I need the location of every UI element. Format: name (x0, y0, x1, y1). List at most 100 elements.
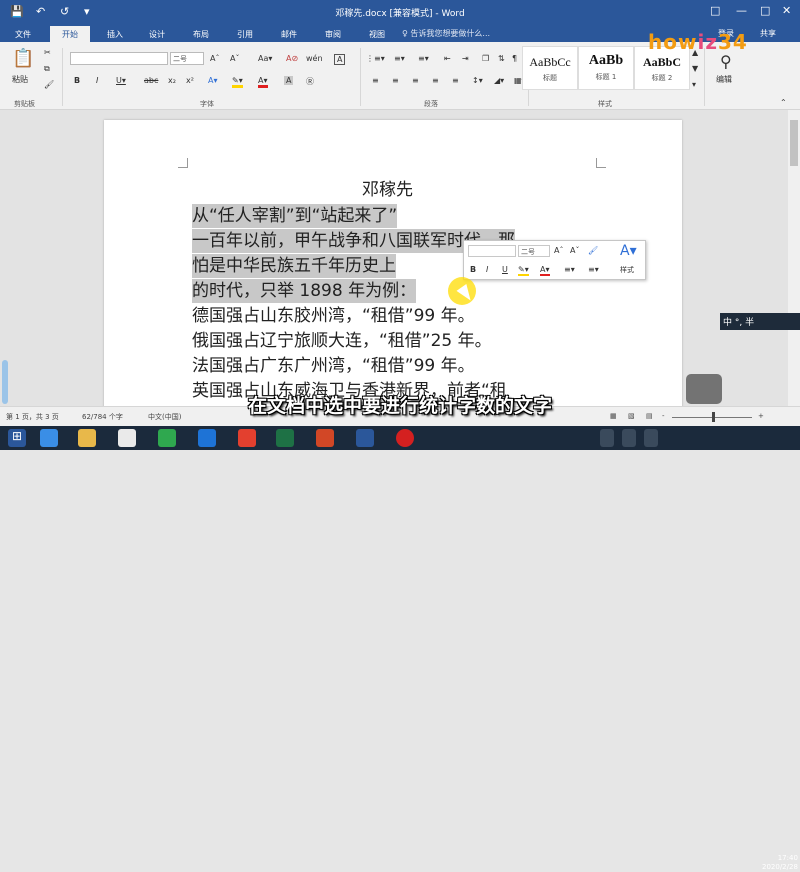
font-color-icon[interactable]: A▾ (258, 76, 268, 88)
chinese-layout-icon[interactable]: ❐ (482, 54, 489, 63)
show-marks-icon[interactable]: ¶ (512, 54, 517, 63)
document-title[interactable]: 邓稼先 (362, 178, 413, 202)
tab-references[interactable]: 引用 (228, 26, 262, 42)
superscript-icon[interactable]: x² (186, 76, 194, 85)
font-size-field[interactable]: 二号 (170, 52, 204, 65)
paste-icon[interactable]: 📋 (12, 48, 34, 69)
align-right-icon[interactable]: ≡ (412, 76, 419, 85)
mini-bold-icon[interactable]: B (470, 265, 476, 274)
mini-font-color-icon[interactable]: A▾ (540, 265, 550, 276)
increase-indent-icon[interactable]: ⇥ (462, 54, 469, 63)
justify-icon[interactable]: ≡ (432, 76, 439, 85)
tab-design[interactable]: 设计 (140, 26, 174, 42)
maximize-button[interactable]: □ (760, 4, 770, 17)
share-button[interactable]: 共享 (760, 28, 776, 39)
document-line[interactable]: 怕是中华民族五千年历史上 (192, 254, 396, 278)
tab-insert[interactable]: 插入 (98, 26, 132, 42)
mini-bullets-icon[interactable]: ≡▾ (564, 265, 575, 274)
mini-styles-icon[interactable]: A▾ (620, 243, 637, 259)
tab-file[interactable]: 文件 (6, 26, 40, 42)
copy-icon[interactable]: ⧉ (44, 64, 50, 74)
divider (62, 48, 63, 106)
powerpoint-icon[interactable] (316, 429, 334, 447)
mini-underline-icon[interactable]: U (502, 265, 508, 274)
cut-icon[interactable]: ✂ (44, 48, 51, 57)
bold-icon[interactable]: B (74, 76, 80, 85)
strikethrough-icon[interactable]: abc (144, 76, 158, 85)
decrease-indent-icon[interactable]: ⇤ (444, 54, 451, 63)
tab-review[interactable]: 审阅 (316, 26, 350, 42)
excel-icon[interactable] (276, 429, 294, 447)
shrink-font-icon[interactable]: Aˇ (230, 54, 239, 63)
tab-mailings[interactable]: 邮件 (272, 26, 306, 42)
text-effects-icon[interactable]: A▾ (208, 76, 218, 85)
mini-shrink-font-icon[interactable]: Aˇ (570, 246, 579, 255)
char-border-icon[interactable]: A (334, 54, 346, 65)
change-case-icon[interactable]: Aa▾ (258, 54, 272, 63)
grow-font-icon[interactable]: Aˆ (210, 54, 219, 63)
mini-font-size-field[interactable]: 二号 (518, 245, 550, 257)
style-heading[interactable]: AaBbCc 标题 (522, 46, 578, 90)
system-clock[interactable]: 17:40 2020/2/28 (762, 854, 798, 872)
mini-grow-font-icon[interactable]: Aˆ (554, 246, 563, 255)
line-spacing-icon[interactable]: ↕▾ (472, 76, 483, 85)
distributed-icon[interactable]: ≡ (452, 76, 459, 85)
clear-format-icon[interactable]: A⊘ (286, 54, 298, 63)
style-heading-1[interactable]: AaBb 标题 1 (578, 46, 634, 90)
close-button[interactable]: ✕ (782, 4, 791, 17)
chrome-icon[interactable] (238, 429, 256, 447)
format-painter-icon[interactable]: 🖌 (44, 80, 54, 89)
multilevel-list-icon[interactable]: ≡▾ (418, 54, 429, 63)
enclose-char-icon[interactable]: Ⓡ (306, 76, 314, 87)
align-left-icon[interactable]: ≡ (372, 76, 379, 85)
tray-network-icon[interactable] (622, 429, 636, 447)
italic-icon[interactable]: I (96, 76, 98, 85)
ie-icon[interactable] (40, 429, 58, 447)
cloud-icon[interactable] (118, 429, 136, 447)
tray-keyboard-icon[interactable] (600, 429, 614, 447)
font-name-field[interactable] (70, 52, 168, 65)
styles-scroll-down-icon[interactable]: ▼ (692, 64, 698, 73)
browser-icon[interactable] (158, 429, 176, 447)
find-icon[interactable]: ⚲ (720, 52, 732, 71)
tab-layout[interactable]: 布局 (184, 26, 218, 42)
start-icon[interactable]: ⊞ (8, 429, 26, 447)
tab-home[interactable]: 开始 (50, 26, 90, 42)
char-shading-icon[interactable]: A (284, 76, 294, 85)
tray-volume-icon[interactable] (644, 429, 658, 447)
document-line[interactable]: 法国强占广东广州湾，“租借”99 年。 (192, 354, 475, 378)
document-line[interactable]: 的时代，只举 1898 年为例： (192, 279, 417, 303)
record-icon[interactable] (396, 429, 414, 447)
ime-indicator[interactable]: 中 °, 半 (720, 313, 800, 330)
scrollbar-thumb[interactable] (790, 120, 798, 166)
document-line[interactable]: 从“任人宰割”到“站起来了” (192, 204, 398, 228)
mini-highlight-icon[interactable]: ✎▾ (518, 265, 529, 276)
vertical-scrollbar[interactable] (788, 110, 800, 406)
mini-format-painter-icon[interactable]: 🖌 (588, 246, 598, 255)
minimize-button[interactable]: — (736, 4, 747, 17)
align-center-icon[interactable]: ≡ (392, 76, 399, 85)
paste-button[interactable]: 粘贴 (12, 74, 28, 85)
document-line[interactable]: 德国强占山东胶州湾，“租借”99 年。 (192, 304, 475, 328)
sort-icon[interactable]: ⇅ (498, 54, 505, 63)
styles-more-icon[interactable]: ▾ (692, 80, 696, 89)
wps-icon[interactable] (198, 429, 216, 447)
shading-icon[interactable]: ◢▾ (494, 76, 504, 85)
tell-me-search[interactable]: ♀ 告诉我您想要做什么... (402, 28, 490, 39)
mini-numbering-icon[interactable]: ≡▾ (588, 265, 599, 274)
mini-italic-icon[interactable]: I (486, 265, 488, 274)
phonetic-guide-icon[interactable]: wén (306, 54, 323, 63)
underline-icon[interactable]: U▾ (116, 76, 126, 85)
word-icon[interactable] (356, 429, 374, 447)
tab-view[interactable]: 视图 (360, 26, 394, 42)
bullets-icon[interactable]: ⋮≡▾ (366, 54, 385, 63)
editing-button[interactable]: 编辑 (716, 74, 732, 85)
ribbon-display-icon[interactable]: □ (710, 4, 720, 17)
document-line[interactable]: 俄国强占辽宁旅顺大连，“租借”25 年。 (192, 329, 492, 353)
highlight-icon[interactable]: ✎▾ (232, 76, 243, 88)
mini-font-name-field[interactable] (468, 245, 516, 257)
numbering-icon[interactable]: ≡▾ (394, 54, 405, 63)
subscript-icon[interactable]: x₂ (168, 76, 176, 85)
explorer-icon[interactable] (78, 429, 96, 447)
collapse-ribbon-icon[interactable]: ⌃ (780, 98, 787, 107)
